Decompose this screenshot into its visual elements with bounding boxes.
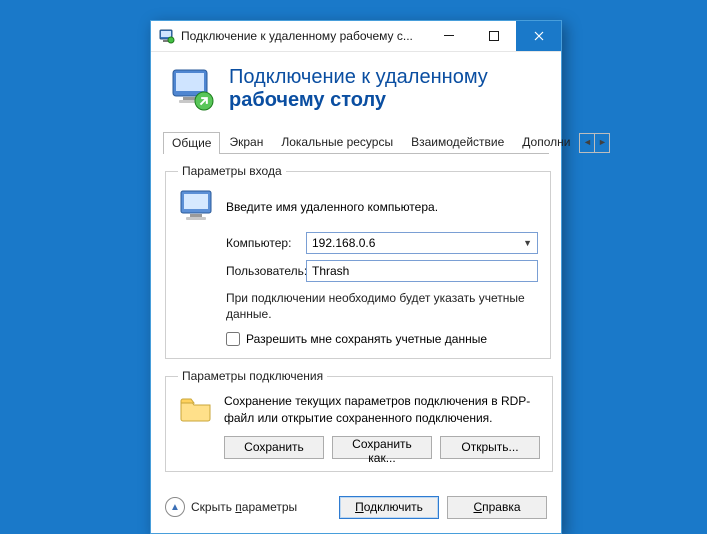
close-button[interactable] (516, 21, 561, 51)
save-credentials-input[interactable] (226, 332, 240, 346)
folder-icon (178, 393, 214, 425)
user-label: Пользователь: (226, 264, 306, 278)
tab-scroll: ◄ ► (579, 133, 610, 153)
tab-дополни[interactable]: Дополни (513, 131, 579, 153)
header-line1: Подключение к удаленному (229, 66, 488, 88)
computer-value: 192.168.0.6 (312, 236, 517, 250)
connection-legend: Параметры подключения (178, 369, 327, 383)
connection-group: Параметры подключения Сохранение текущих… (165, 369, 553, 471)
dialog-body: Параметры входа Введите имя удаленного к… (151, 154, 561, 486)
login-intro: Введите имя удаленного компьютера. (226, 200, 438, 214)
header-line2: рабочему столу (229, 89, 386, 111)
tab-общие[interactable]: Общие (163, 132, 220, 154)
save-credentials-checkbox[interactable]: Разрешить мне сохранять учетные данные (226, 332, 538, 346)
credentials-note: При подключении необходимо будет указать… (226, 290, 538, 322)
computer-combo[interactable]: 192.168.0.6 ▼ (306, 232, 538, 254)
header: Подключение к удаленному рабочему столу (151, 52, 561, 130)
tab-локальные-ресурсы[interactable]: Локальные ресурсы (272, 131, 402, 153)
computer-label: Компьютер: (226, 236, 306, 250)
chevron-down-icon: ▼ (517, 238, 532, 248)
login-legend: Параметры входа (178, 164, 286, 178)
tab-scroll-right[interactable]: ► (594, 134, 609, 152)
rdp-logo-icon (169, 66, 215, 112)
app-icon (159, 28, 175, 44)
rdp-window: Подключение к удаленному рабочему с... П… (150, 20, 562, 534)
connect-button[interactable]: Подключить (339, 496, 439, 519)
hide-options-link[interactable]: ▲ Скрыть параметры (165, 497, 297, 517)
computer-icon (178, 188, 218, 226)
footer: ▲ Скрыть параметры Подключить Справка (151, 486, 561, 533)
help-button[interactable]: Справка (447, 496, 547, 519)
tab-strip: ОбщиеЭкранЛокальные ресурсыВзаимодействи… (163, 130, 549, 154)
titlebar[interactable]: Подключение к удаленному рабочему с... (151, 21, 561, 52)
tab-scroll-left[interactable]: ◄ (580, 134, 594, 152)
collapse-icon: ▲ (165, 497, 185, 517)
login-group: Параметры входа Введите имя удаленного к… (165, 164, 551, 359)
header-title: Подключение к удаленному рабочему столу (229, 66, 488, 112)
minimize-button[interactable] (426, 21, 471, 51)
window-title: Подключение к удаленному рабочему с... (181, 29, 426, 43)
username-input[interactable] (306, 260, 538, 282)
save-as-button[interactable]: Сохранить как... (332, 436, 432, 459)
open-button[interactable]: Открыть... (440, 436, 540, 459)
connection-text: Сохранение текущих параметров подключени… (224, 393, 540, 425)
hide-options-label: Скрыть параметры (191, 500, 297, 514)
save-credentials-label: Разрешить мне сохранять учетные данные (246, 332, 487, 346)
save-button[interactable]: Сохранить (224, 436, 324, 459)
maximize-button[interactable] (471, 21, 516, 51)
tab-экран[interactable]: Экран (220, 131, 272, 153)
tab-взаимодействие[interactable]: Взаимодействие (402, 131, 513, 153)
